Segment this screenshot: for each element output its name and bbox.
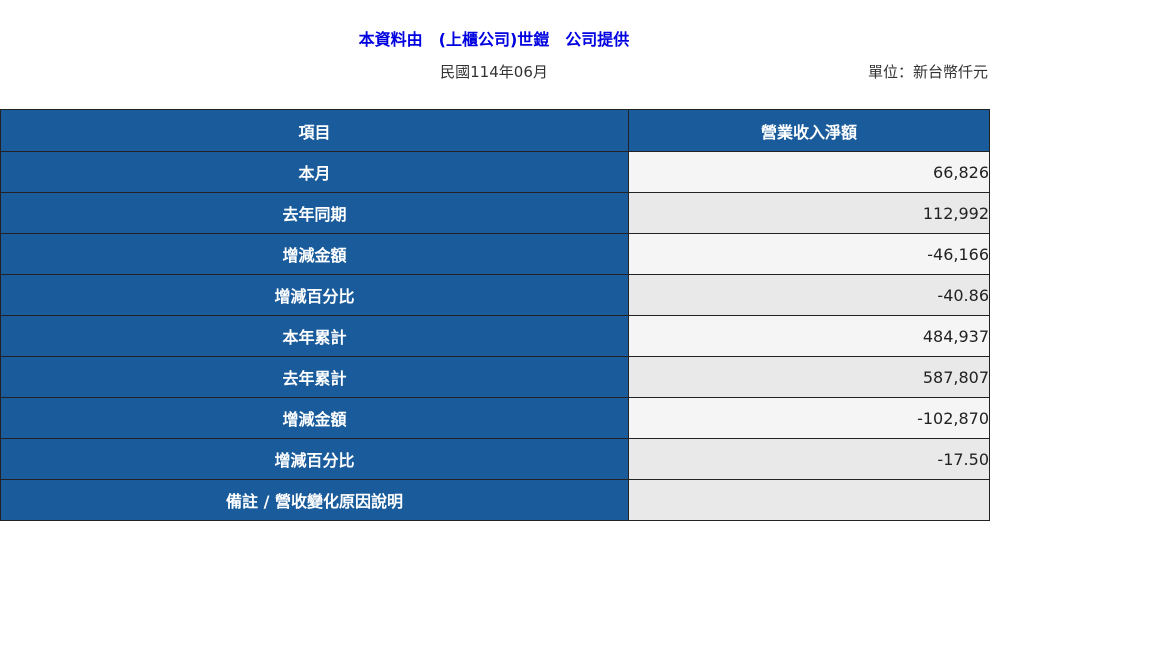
row-value-monthly-change-amount: -46,166 — [628, 233, 990, 275]
row-label-this-month: 本月 — [0, 151, 629, 193]
row-label-monthly-change-amount: 增減金額 — [0, 233, 629, 275]
table-row: 去年累計 587,807 — [0, 356, 990, 398]
table-row: 增減金額 -46,166 — [0, 233, 990, 275]
column-header-item: 項目 — [0, 109, 629, 152]
row-label-ytd-change-amount: 增減金額 — [0, 397, 629, 439]
table-row: 本月 66,826 — [0, 151, 990, 193]
row-value-this-month: 66,826 — [628, 151, 990, 193]
table-row: 增減百分比 -17.50 — [0, 438, 990, 480]
data-source-line: 本資料由 (上櫃公司)世鎧 公司提供 — [358, 30, 630, 49]
row-value-remarks — [628, 479, 990, 521]
table-row: 增減百分比 -40.86 — [0, 274, 990, 316]
table-header-row: 項目 營業收入淨額 — [0, 109, 990, 152]
row-label-ytd-last-year: 去年累計 — [0, 356, 629, 398]
row-label-ytd-this-year: 本年累計 — [0, 315, 629, 357]
table-row: 增減金額 -102,870 — [0, 397, 990, 439]
row-label-monthly-change-percent: 增減百分比 — [0, 274, 629, 316]
row-value-same-period-last-year: 112,992 — [628, 192, 990, 234]
table-row: 去年同期 112,992 — [0, 192, 990, 234]
row-value-ytd-this-year: 484,937 — [628, 315, 990, 357]
currency-unit: 單位：新台幣仟元 — [867, 63, 988, 81]
column-header-net-revenue: 營業收入淨額 — [628, 109, 990, 152]
revenue-table: 項目 營業收入淨額 本月 66,826 去年同期 112,992 增減金額 -4… — [0, 109, 990, 521]
row-label-remarks: 備註 / 營收變化原因說明 — [0, 479, 629, 521]
row-value-ytd-last-year: 587,807 — [628, 356, 990, 398]
table-row: 備註 / 營收變化原因說明 — [0, 479, 990, 521]
row-label-ytd-change-percent: 增減百分比 — [0, 438, 629, 480]
row-label-same-period-last-year: 去年同期 — [0, 192, 629, 234]
row-value-monthly-change-percent: -40.86 — [628, 274, 990, 316]
row-value-ytd-change-amount: -102,870 — [628, 397, 990, 439]
table-row: 本年累計 484,937 — [0, 315, 990, 357]
row-value-ytd-change-percent: -17.50 — [628, 438, 990, 480]
report-period: 民國114年06月 — [440, 63, 548, 81]
